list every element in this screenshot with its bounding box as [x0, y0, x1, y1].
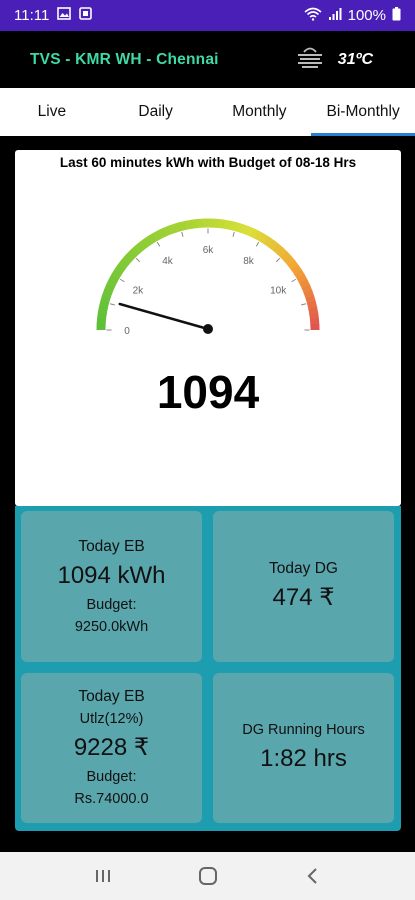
- tile-today-eb[interactable]: Today EB 1094 kWh Budget: 9250.0kWh: [21, 511, 202, 662]
- tile-label: Today DG: [269, 559, 338, 577]
- app-header: TVS - KMR WH - Chennai 31ºC: [0, 31, 415, 88]
- tile-value: 1:82 hrs: [260, 745, 347, 772]
- tile-value: 1094 kWh: [57, 561, 166, 589]
- wifi-calling-icon: [304, 7, 322, 25]
- gauge-tick-labels: 0 2k 4k 6k 8k 10k: [124, 245, 287, 337]
- signal-icon: [328, 7, 342, 25]
- tile-budget-label: Budget:: [86, 769, 137, 785]
- home-icon[interactable]: [188, 856, 228, 896]
- square-icon: [79, 7, 93, 24]
- tile-label: Today EB: [78, 688, 145, 705]
- gauge-tick: [109, 303, 115, 306]
- gauge-tick-label: 0: [124, 326, 130, 337]
- gauge-tick: [181, 231, 184, 237]
- back-icon[interactable]: [293, 856, 333, 896]
- weather-widget: 31ºC: [296, 46, 373, 73]
- recents-icon[interactable]: [83, 856, 123, 896]
- tile-budget-label: Budget:: [86, 596, 137, 613]
- gauge-tick: [301, 303, 307, 306]
- status-time: 11:11: [14, 7, 50, 24]
- tile-value: 474 ₹: [272, 583, 335, 611]
- gauge-tick-label: 8k: [243, 256, 255, 267]
- gauge-tick-label: 10k: [270, 286, 287, 297]
- gauge-card: Last 60 minutes kWh with Budget of 08-18…: [15, 150, 401, 506]
- tile-today-dg[interactable]: Today DG 474 ₹: [213, 511, 394, 662]
- gauge-tick: [119, 278, 125, 283]
- tab-daily[interactable]: Daily: [104, 88, 208, 136]
- tile-today-eb-utilization[interactable]: Today EB Utlz(12%) 9228 ₹ Budget: Rs.740…: [21, 673, 202, 823]
- gauge-tick: [156, 241, 161, 247]
- gauge-tick: [135, 257, 141, 263]
- tile-label: Today EB: [78, 537, 145, 555]
- gauge-arc: [96, 218, 320, 331]
- temperature: 31ºC: [337, 50, 373, 68]
- gauge-tick: [275, 257, 281, 263]
- gauge-tick-label: 6k: [203, 245, 215, 256]
- gauge-hub: [203, 324, 213, 334]
- gauge-tick-label: 2k: [133, 286, 145, 297]
- tile-dg-running-hours[interactable]: DG Running Hours 1:82 hrs: [213, 673, 394, 823]
- gauge-tick: [232, 231, 235, 237]
- tile-budget-value: Rs.74000.0: [74, 791, 149, 807]
- site-title: TVS - KMR WH - Chennai: [30, 50, 219, 68]
- image-icon: [57, 7, 72, 24]
- gauge-ticks: [106, 228, 310, 331]
- gauge-needle: [118, 302, 210, 331]
- status-bar: 11:11 100%: [0, 0, 415, 31]
- gauge-value: 1094: [156, 366, 260, 418]
- tab-bi-monthly[interactable]: Bi-Monthly: [311, 88, 415, 136]
- summary-tiles: Today EB 1094 kWh Budget: 9250.0kWh Toda…: [15, 506, 401, 831]
- tab-monthly[interactable]: Monthly: [208, 88, 312, 136]
- system-nav-bar: [0, 852, 415, 900]
- gauge-tick: [255, 241, 260, 247]
- tile-budget-value: 9250.0kWh: [74, 618, 149, 635]
- dashboard-content: Last 60 minutes kWh with Budget of 08-18…: [15, 150, 401, 831]
- tile-utilization: Utlz(12%): [79, 711, 144, 727]
- gauge-tick: [291, 278, 297, 283]
- period-tabs: Live Daily Monthly Bi-Monthly: [0, 88, 415, 136]
- energy-gauge: 0 2k 4k 6k 8k 10k: [96, 218, 320, 337]
- tile-value: 9228 ₹: [73, 734, 150, 761]
- haze-icon: [296, 46, 324, 73]
- gauge-tick-label: 4k: [162, 256, 174, 267]
- battery-percent: 100%: [347, 7, 386, 24]
- tab-live[interactable]: Live: [0, 88, 104, 136]
- battery-icon: [392, 6, 401, 25]
- tile-label: DG Running Hours: [242, 722, 365, 738]
